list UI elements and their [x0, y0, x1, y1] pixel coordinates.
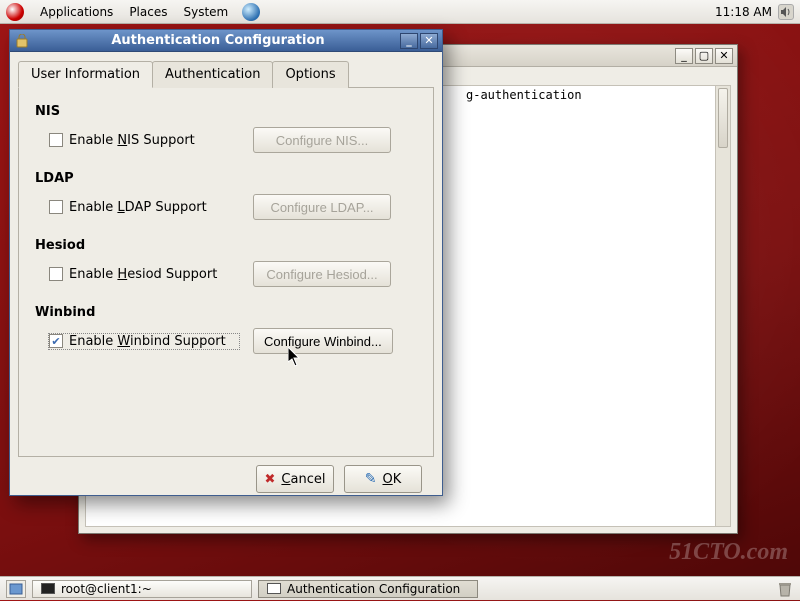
- hesiod-enable-checkbox[interactable]: [49, 267, 63, 281]
- auth-config-dialog: Authentication Configuration _ ✕ User In…: [9, 29, 443, 496]
- ldap-section-title: LDAP: [35, 171, 417, 186]
- tab-options[interactable]: Options: [272, 61, 348, 88]
- configure-winbind-button[interactable]: Configure Winbind...: [253, 328, 393, 354]
- terminal-text: g-authentication: [466, 88, 582, 102]
- tab-content: NIS Enable NIS Support Configure NIS... …: [18, 87, 434, 457]
- cancel-button[interactable]: ✖ Cancel: [256, 465, 334, 493]
- ok-icon: ✎: [365, 471, 377, 487]
- nis-enable-check-wrap[interactable]: Enable NIS Support: [49, 133, 239, 148]
- terminal-scrollbar[interactable]: [715, 85, 731, 527]
- globe-icon[interactable]: [242, 3, 260, 21]
- watermark: 51CTO.com: [669, 539, 788, 566]
- places-menu[interactable]: Places: [121, 5, 175, 19]
- winbind-enable-check-wrap[interactable]: Enable Winbind Support: [49, 334, 239, 349]
- cancel-icon: ✖: [265, 472, 276, 487]
- tab-bar: User Information Authentication Options: [18, 60, 434, 87]
- ok-button[interactable]: ✎ OK: [344, 465, 422, 493]
- bottom-panel: root@client1:~ Authentication Configurat…: [0, 576, 800, 600]
- nis-enable-checkbox[interactable]: [49, 133, 63, 147]
- volume-icon[interactable]: [778, 4, 794, 20]
- distro-logo-icon[interactable]: [6, 3, 24, 21]
- top-panel: Applications Places System 11:18 AM: [0, 0, 800, 24]
- scrollbar-thumb[interactable]: [718, 88, 728, 148]
- system-menu[interactable]: System: [175, 5, 236, 19]
- task-auth-config[interactable]: Authentication Configuration: [258, 580, 478, 598]
- dialog-icon: [14, 33, 30, 49]
- dialog-titlebar[interactable]: Authentication Configuration _ ✕: [10, 30, 442, 52]
- ldap-enable-checkbox[interactable]: [49, 200, 63, 214]
- ldap-enable-label[interactable]: Enable LDAP Support: [69, 200, 207, 215]
- trash-icon[interactable]: [776, 580, 794, 598]
- tab-authentication[interactable]: Authentication: [152, 61, 273, 88]
- configure-ldap-button: Configure LDAP...: [253, 194, 391, 220]
- terminal-maximize-button[interactable]: ▢: [695, 48, 713, 64]
- clock[interactable]: 11:18 AM: [715, 5, 772, 19]
- window-icon: [267, 583, 281, 594]
- task-terminal-label: root@client1:~: [61, 582, 152, 596]
- terminal-minimize-button[interactable]: _: [675, 48, 693, 64]
- configure-nis-button: Configure NIS...: [253, 127, 391, 153]
- task-terminal[interactable]: root@client1:~: [32, 580, 252, 598]
- hesiod-enable-label[interactable]: Enable Hesiod Support: [69, 267, 217, 282]
- winbind-enable-checkbox[interactable]: [49, 334, 63, 348]
- configure-hesiod-button: Configure Hesiod...: [253, 261, 391, 287]
- applications-menu[interactable]: Applications: [32, 5, 121, 19]
- dialog-close-button[interactable]: ✕: [420, 33, 438, 49]
- ldap-enable-check-wrap[interactable]: Enable LDAP Support: [49, 200, 239, 215]
- winbind-enable-label[interactable]: Enable Winbind Support: [69, 334, 226, 349]
- nis-enable-label[interactable]: Enable NIS Support: [69, 133, 195, 148]
- winbind-section-title: Winbind: [35, 305, 417, 320]
- show-desktop-button[interactable]: [6, 580, 26, 598]
- dialog-title: Authentication Configuration: [36, 33, 400, 48]
- hesiod-enable-check-wrap[interactable]: Enable Hesiod Support: [49, 267, 239, 282]
- tab-user-information[interactable]: User Information: [18, 61, 153, 88]
- hesiod-section-title: Hesiod: [35, 238, 417, 253]
- terminal-close-button[interactable]: ✕: [715, 48, 733, 64]
- terminal-icon: [41, 583, 55, 594]
- dialog-minimize-button[interactable]: _: [400, 33, 418, 49]
- task-auth-config-label: Authentication Configuration: [287, 582, 460, 596]
- nis-section-title: NIS: [35, 104, 417, 119]
